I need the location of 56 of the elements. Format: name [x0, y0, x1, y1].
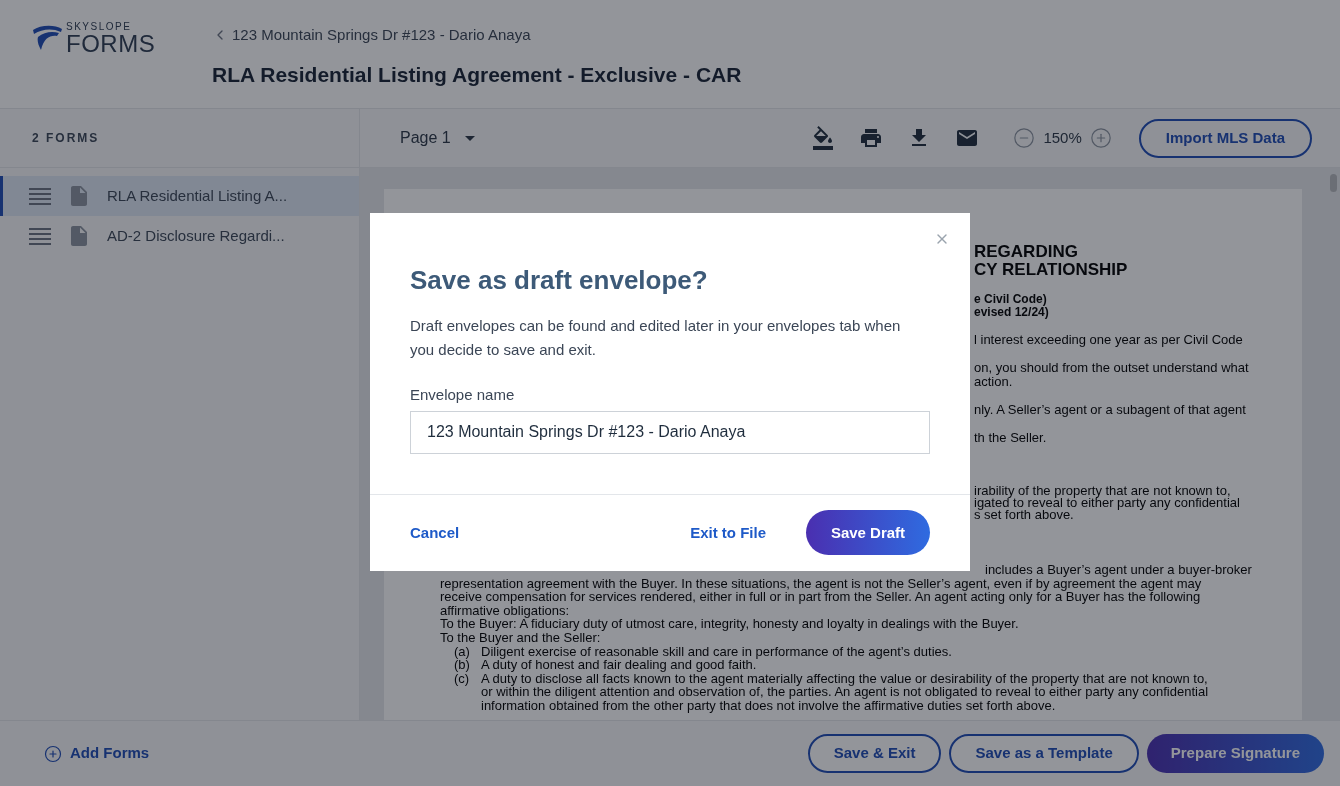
list-marker: (a) [454, 643, 470, 659]
zoom-in-icon[interactable] [1089, 127, 1112, 149]
document-text: e Civil Code) [974, 293, 1048, 306]
drag-handle-icon[interactable] [29, 187, 51, 205]
drag-handle-icon[interactable] [29, 227, 51, 245]
logo-text: FORMS [66, 32, 156, 56]
document-text: representation agreement with the Buyer. In these situations, the agent is not the Seller’s agent, even if by agreement the agent may [440, 576, 1202, 591]
document-text: on, you should from the outset understand what [974, 361, 1250, 375]
field-label: Envelope name [410, 385, 516, 405]
zoom-level: 150% [1043, 127, 1082, 148]
dialog-message: Draft envelopes can be found and edited later in your envelopes tab when you decide to save and exit. [410, 316, 902, 360]
document-text: s set forth above. [974, 509, 1075, 521]
caret-icon [464, 135, 475, 141]
breadcrumb-link[interactable]: 123 Mountain Springs Dr #123 - Dario Anaya [232, 24, 531, 47]
add-icon [44, 744, 62, 763]
document-text: l interest exceeding one year as per Civil Code [974, 333, 1244, 347]
document-text: CY RELATIONSHIP [974, 261, 1129, 279]
document-text: A duty of honest and fair dealing and good faith. [481, 658, 757, 672]
document-text: information obtained from the other party that does not involve the affirmative duties set forth above. [481, 698, 1056, 713]
page-title: RLA Residential Listing Agreement - Exclusive - CAR [212, 61, 742, 88]
document-text: affirmative obligations: [440, 603, 571, 618]
document-text: igated to reveal to either party any confidential [974, 497, 1241, 509]
form-item[interactable]: RLA Residential Listing A... [0, 176, 359, 216]
forms-count: 2 FORMS [32, 130, 100, 147]
page-select[interactable]: Page 1 [400, 126, 475, 150]
document-text: th the Seller. [974, 431, 1048, 445]
footer-button[interactable]: Prepare Signature [1146, 734, 1324, 773]
footer-button[interactable]: Save as a Template [949, 734, 1139, 773]
add-forms-button[interactable]: Add Forms [44, 742, 150, 765]
cancel-button[interactable]: Cancel [410, 521, 460, 544]
footer-button[interactable]: Save & Exit [807, 734, 942, 773]
exit-to-file-button[interactable]: Exit to File [690, 521, 766, 544]
document-text: To the Buyer and the Seller: [440, 630, 601, 645]
logo-icon [32, 25, 62, 51]
document-text: or within the diligent attention and observation of, the parties. An agent is not obligated to reveal to either party any confidential [481, 685, 1209, 699]
document-text: evised 12/24) [974, 306, 1050, 319]
form-item[interactable]: AD-2 Disclosure Regardi... [0, 216, 359, 256]
paint-bucket-icon[interactable] [811, 126, 836, 150]
scrollbar[interactable] [1329, 174, 1337, 192]
dialog-title: Save as draft envelope? [410, 264, 709, 297]
envelope-name-field[interactable]: 123 Mountain Springs Dr #123 - Dario Anaya [410, 410, 930, 454]
save-draft-button[interactable]: Save Draft [806, 510, 930, 556]
document-text: action. [974, 375, 1013, 389]
document-text: irability of the property that are not known to, [974, 485, 1232, 497]
document-text: receive compensation for services rendered, either in full or in part from the Seller. An agent acting only for a Buyer has the following [440, 590, 1202, 604]
logo-text: SKYSLOPE [66, 22, 133, 32]
document-text: To the Buyer: A fiduciary duty of utmost care, integrity, honesty and loyalty in dealings with the Buyer. [440, 617, 1020, 631]
document-text: Diligent exercise of reasonable skill and care in performance of the agent’s duties. [481, 644, 952, 659]
document-text: nly. A Seller’s agent or a subagent of that agent [974, 403, 1247, 417]
print-icon[interactable] [859, 126, 884, 150]
list-marker: (b) [454, 657, 470, 673]
import-mls-button[interactable]: Import MLS Data [1138, 118, 1312, 158]
document-text: includes a Buyer’s agent under a buyer-broker [984, 563, 1253, 577]
zoom-out-icon[interactable] [1013, 127, 1036, 149]
document-text: REGARDING [974, 243, 1079, 261]
document-text: A duty to disclose all facts known to the agent materially affecting the value or desirability of the property that are not known to, [481, 671, 1208, 686]
